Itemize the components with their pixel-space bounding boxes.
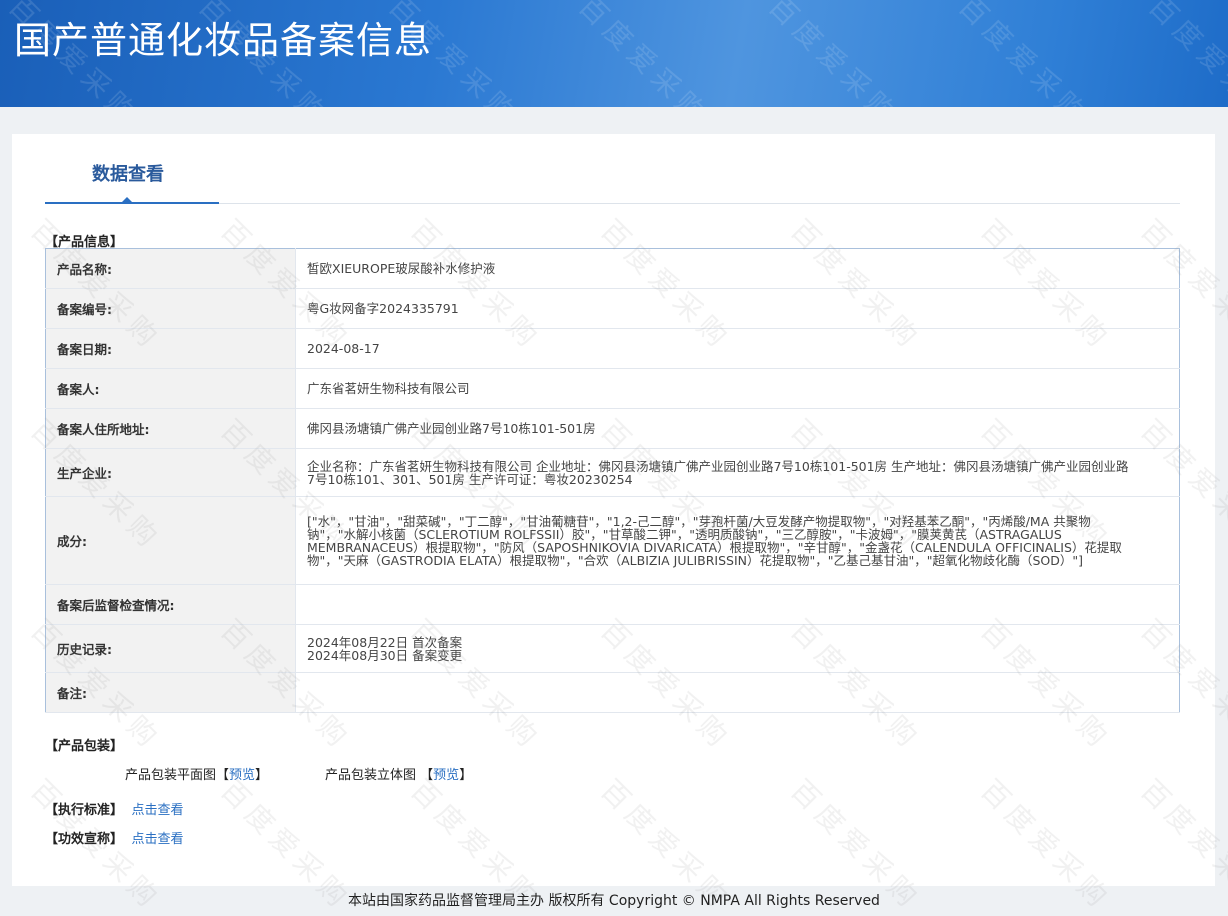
section-claims: 【功效宣称】 点击查看 — [45, 832, 184, 847]
standard-view-link[interactable]: 点击查看 — [132, 803, 184, 818]
table-row: 历史记录: 2024年08月22日 首次备案 2024年08月30日 备案变更 — [45, 624, 1180, 673]
packaging-flat: 产品包装平面图【预览】 — [125, 768, 269, 783]
field-value — [295, 672, 1180, 713]
table-row: 成分: ["水"，"甘油"，"甜菜碱"，"丁二醇"，"甘油葡糖苷"，"1,2-己… — [45, 496, 1180, 585]
field-key: 生产企业: — [45, 448, 296, 497]
tab-caret-icon — [121, 197, 133, 203]
watermark: 百度爱采购 — [572, 0, 716, 107]
field-key: 备案人住所地址: — [45, 408, 296, 449]
claims-view-link[interactable]: 点击查看 — [132, 832, 184, 847]
preview-solid-link[interactable]: 预览 — [433, 768, 459, 783]
packaging-solid: 产品包装立体图 【预览】 — [325, 768, 473, 783]
table-row: 备案人住所地址: 佛冈县汤塘镇广佛产业园创业路7号10栋101-501房 — [45, 408, 1180, 449]
field-value: 粤G妆网备字2024335791 — [295, 288, 1180, 329]
watermark: 百度爱采购 — [762, 0, 906, 107]
watermark: 百度爱采购 — [1142, 0, 1228, 107]
watermark: 百度爱采购 — [952, 0, 1096, 107]
preview-flat-link[interactable]: 预览 — [229, 768, 255, 783]
field-value — [295, 584, 1180, 625]
field-value: 广东省茗妍生物科技有限公司 — [295, 368, 1180, 409]
tab-data-view[interactable]: 数据查看 — [45, 134, 219, 204]
history-entry: 2024年08月30日 备案变更 — [307, 647, 463, 663]
table-row: 备案日期: 2024-08-17 — [45, 328, 1180, 369]
field-value: 佛冈县汤塘镇广佛产业园创业路7号10栋101-501房 — [295, 408, 1180, 449]
field-key: 备案编号: — [45, 288, 296, 329]
field-value: 2024-08-17 — [295, 328, 1180, 369]
field-key: 备案人: — [45, 368, 296, 409]
section-packaging: 【产品包装】 — [45, 739, 124, 754]
page-title: 国产普通化妆品备案信息 — [14, 19, 432, 62]
table-row: 备注: — [45, 672, 1180, 713]
section-standard: 【执行标准】 点击查看 — [45, 803, 184, 818]
field-value: 皙欧XIEUROPE玻尿酸补水修护液 — [295, 248, 1180, 289]
field-key: 备案后监督检查情况: — [45, 584, 296, 625]
packaging-flat-label: 产品包装平面图 — [125, 768, 217, 783]
table-row: 生产企业: 企业名称：广东省茗妍生物科技有限公司 企业地址：佛冈县汤塘镇广佛产业… — [45, 448, 1180, 497]
field-key: 历史记录: — [45, 624, 296, 673]
page-header: 国产普通化妆品备案信息 百度爱采购 百度爱采购 百度爱采购 百度爱采购 百度爱采… — [0, 0, 1228, 107]
tab-label: 数据查看 — [92, 164, 164, 185]
footer-copyright: 本站由国家药品监督管理局主办 版权所有 Copyright © NMPA All… — [348, 893, 880, 909]
field-key: 备案日期: — [45, 328, 296, 369]
table-row: 备案人: 广东省茗妍生物科技有限公司 — [45, 368, 1180, 409]
content-card: 数据查看 【产品信息】 产品名称: 皙欧XIEUROPE玻尿酸补水修护液 备案编… — [12, 134, 1228, 916]
packaging-solid-label: 产品包装立体图 — [325, 768, 417, 783]
product-info-table: 产品名称: 皙欧XIEUROPE玻尿酸补水修护液 备案编号: 粤G妆网备字202… — [45, 248, 1180, 713]
history-entry: 2024年08月22日 首次备案 — [307, 634, 463, 650]
field-value: ["水"，"甘油"，"甜菜碱"，"丁二醇"，"甘油葡糖苷"，"1,2-己二醇"，… — [295, 496, 1180, 585]
table-row: 备案后监督检查情况: — [45, 584, 1180, 625]
field-value: 企业名称：广东省茗妍生物科技有限公司 企业地址：佛冈县汤塘镇广佛产业园创业路7号… — [295, 448, 1180, 497]
table-row: 备案编号: 粤G妆网备字2024335791 — [45, 288, 1180, 329]
tab-bar: 数据查看 — [45, 134, 1180, 204]
table-row: 产品名称: 皙欧XIEUROPE玻尿酸补水修护液 — [45, 248, 1180, 289]
field-key: 备注: — [45, 672, 296, 713]
field-key: 产品名称: — [45, 248, 296, 289]
field-key: 成分: — [45, 496, 296, 585]
field-value: 2024年08月22日 首次备案 2024年08月30日 备案变更 — [295, 624, 1180, 673]
